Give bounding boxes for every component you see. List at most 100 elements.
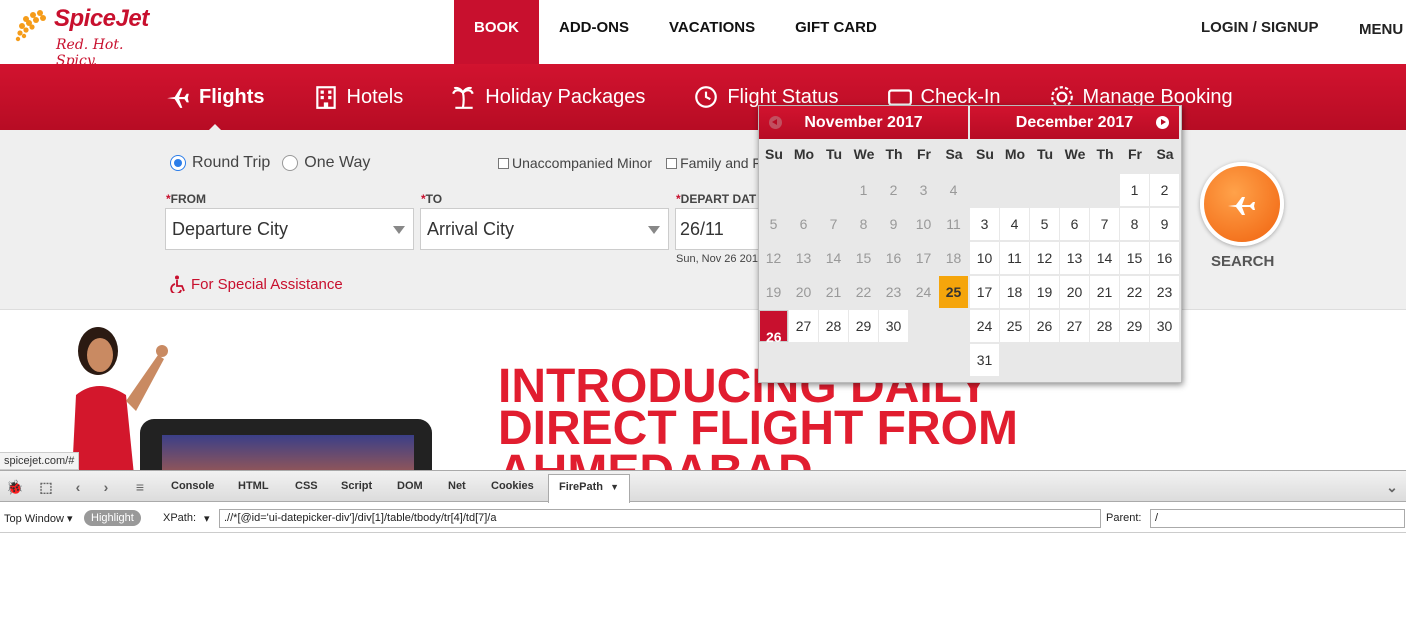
calendar-day[interactable]: 8 <box>1120 208 1149 240</box>
parent-input[interactable]: / <box>1150 509 1405 528</box>
tab-hotels[interactable]: Hotels <box>313 84 404 110</box>
weekday-mo: Mo <box>1004 146 1026 162</box>
parent-label: Parent: <box>1106 512 1142 524</box>
calendar-day: 6 <box>789 208 818 240</box>
one-way-radio[interactable] <box>282 155 299 171</box>
highlight-button[interactable]: Highlight <box>84 510 141 526</box>
login-signup-link[interactable]: LOGIN / SIGNUP <box>1201 19 1319 36</box>
calendar-day[interactable]: 29 <box>1120 310 1149 342</box>
calendar-day: 5 <box>759 208 788 240</box>
weekday-sa: Sa <box>945 146 963 162</box>
family-friends-label: Family and Fr <box>680 155 766 171</box>
nav-book[interactable]: BOOK <box>454 0 539 64</box>
tab-holiday-packages-label: Holiday Packages <box>485 85 646 108</box>
xpath-input[interactable]: .//*[@id='ui-datepicker-div']/div[1]/tab… <box>219 509 1101 528</box>
nav-gift-card[interactable]: GIFT CARD <box>775 0 897 64</box>
calendar-day[interactable]: 1 <box>1120 174 1149 206</box>
tab-console[interactable]: Console <box>171 480 214 492</box>
depart-date-input[interactable]: 26/11 <box>675 208 765 250</box>
spicejet-logo[interactable]: SpiceJet Red. Hot. Spicy. <box>12 3 152 69</box>
tab-script[interactable]: Script <box>341 480 372 492</box>
top-window-select[interactable]: Top Window ▾ <box>4 512 73 525</box>
family-friends-checkbox[interactable] <box>666 157 678 169</box>
special-assistance-link[interactable]: For Special Assistance <box>170 275 343 293</box>
forward-arrow-icon[interactable]: › <box>98 479 114 495</box>
tab-dom[interactable]: DOM <box>397 480 423 492</box>
calendar-day[interactable]: 21 <box>1090 276 1119 308</box>
calendar-day[interactable]: 28 <box>1090 310 1119 342</box>
xpath-type-dropdown[interactable]: ▾ <box>204 512 210 525</box>
calendar-day[interactable]: 25 <box>1000 310 1029 342</box>
calendar-day[interactable]: 9 <box>1150 208 1179 240</box>
back-arrow-icon[interactable]: ‹ <box>70 479 86 495</box>
hotel-building-icon <box>315 86 336 109</box>
calendar-day[interactable]: 31 <box>970 344 999 376</box>
nav-add-ons[interactable]: ADD-ONS <box>539 0 649 64</box>
weekday-su: Su <box>976 146 994 162</box>
weekday-fr: Fr <box>1128 146 1142 162</box>
calendar-day[interactable]: 2 <box>1150 174 1179 206</box>
calendar-day[interactable]: 5 <box>1030 208 1059 240</box>
calendar-day[interactable]: 20 <box>1060 276 1089 308</box>
calendar-day[interactable]: 13 <box>1060 242 1089 274</box>
calendar-day: 10 <box>909 208 938 240</box>
month-title-1: November 2017 <box>804 114 923 131</box>
calendar-day[interactable]: 14 <box>1090 242 1119 274</box>
tab-css[interactable]: CSS <box>295 480 318 492</box>
depart-label: *DEPART DAT <box>676 192 757 206</box>
calendar-day[interactable]: 11 <box>1000 242 1029 274</box>
calendar-day[interactable]: 16 <box>1150 242 1179 274</box>
special-assistance-label: For Special Assistance <box>191 275 343 293</box>
airplane-icon <box>1228 197 1255 215</box>
prev-month-icon[interactable] <box>769 116 782 129</box>
calendar-day[interactable]: 27 <box>789 310 818 342</box>
nav-vacations[interactable]: VACATIONS <box>649 0 775 64</box>
calendar-day[interactable]: 30 <box>879 310 908 342</box>
firebug-bug-icon[interactable]: 🐞 <box>6 479 23 495</box>
calendar-day[interactable]: 30 <box>1150 310 1179 342</box>
tab-cookies[interactable]: Cookies <box>491 480 534 492</box>
search-button[interactable] <box>1200 162 1284 246</box>
calendar-day[interactable]: 3 <box>970 208 999 240</box>
tab-flights[interactable]: Flights <box>165 84 265 134</box>
calendar-day[interactable]: 4 <box>1000 208 1029 240</box>
calendar-day[interactable]: 24 <box>970 310 999 342</box>
tab-holiday-packages[interactable]: Holiday Packages <box>451 84 645 110</box>
tab-net[interactable]: Net <box>448 480 466 492</box>
calendar-day[interactable]: 12 <box>1030 242 1059 274</box>
minimize-icon[interactable]: ⌄ <box>1384 479 1400 495</box>
passenger-options: Unaccompanied Minor Family and Fr <box>498 155 766 171</box>
command-line-icon[interactable]: ≡ <box>132 479 148 495</box>
calendar-day[interactable]: 29 <box>849 310 878 342</box>
arrival-city-select[interactable]: Arrival City <box>420 208 669 250</box>
menu-button[interactable]: MENU <box>1359 21 1403 38</box>
calendar-day[interactable]: 19 <box>1030 276 1059 308</box>
next-month-icon[interactable] <box>1156 116 1169 129</box>
tab-firepath[interactable]: FirePath ▼ <box>548 474 630 504</box>
calendar-day[interactable]: 17 <box>970 276 999 308</box>
unaccompanied-minor-checkbox[interactable] <box>498 157 509 169</box>
promo-banner[interactable]: INTRODUCING DAILY DIRECT FLIGHT FROM AHM… <box>0 311 1406 471</box>
airplane-icon <box>167 88 189 108</box>
calendar-day[interactable]: 10 <box>970 242 999 274</box>
departure-city-value: Departure City <box>172 219 289 239</box>
calendar-day[interactable]: 15 <box>1120 242 1149 274</box>
calendar-day-today[interactable]: 25 <box>939 276 968 308</box>
calendar-day[interactable]: 7 <box>1090 208 1119 240</box>
weekday-we: We <box>853 146 875 162</box>
calendar-day: 8 <box>849 208 878 240</box>
calendar-day[interactable]: 23 <box>1150 276 1179 308</box>
calendar-day[interactable]: 28 <box>819 310 848 342</box>
tab-html[interactable]: HTML <box>238 480 269 492</box>
round-trip-radio[interactable] <box>170 155 186 171</box>
tab-hotels-label: Hotels <box>346 85 404 108</box>
departure-city-select[interactable]: Departure City <box>165 208 414 250</box>
calendar-day[interactable]: 27 <box>1060 310 1089 342</box>
calendar-day[interactable]: 22 <box>1120 276 1149 308</box>
calendar-day[interactable]: 6 <box>1060 208 1089 240</box>
inspect-element-icon[interactable]: ⬚ <box>38 479 54 495</box>
calendar-day-selected[interactable]: 26 <box>759 310 788 345</box>
calendar-day: 23 <box>879 276 908 308</box>
calendar-day[interactable]: 26 <box>1030 310 1059 342</box>
calendar-day[interactable]: 18 <box>1000 276 1029 308</box>
